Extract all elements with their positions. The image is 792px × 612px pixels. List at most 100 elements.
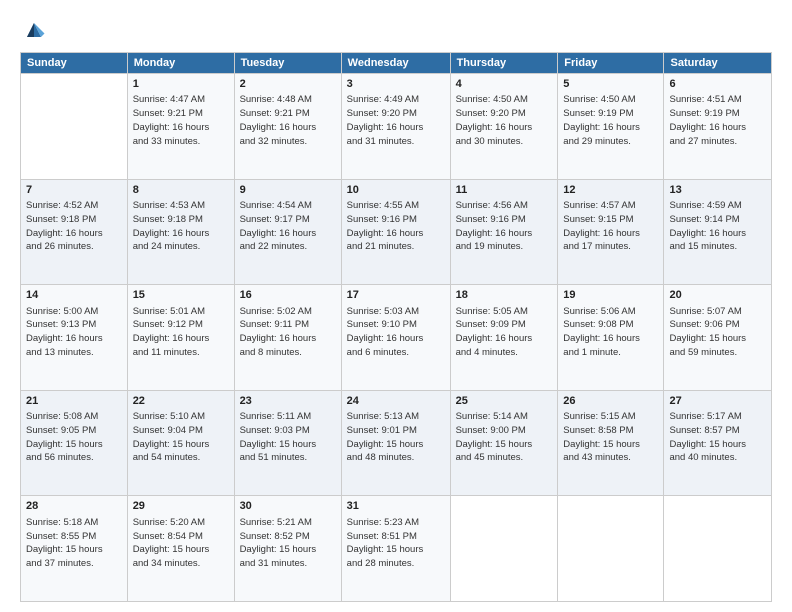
day-cell: 8Sunrise: 4:53 AM Sunset: 9:18 PM Daylig…: [127, 179, 234, 285]
day-info: Sunrise: 5:20 AM Sunset: 8:54 PM Dayligh…: [133, 516, 229, 571]
day-info: Sunrise: 5:14 AM Sunset: 9:00 PM Dayligh…: [456, 410, 553, 465]
day-number: 1: [133, 77, 229, 92]
day-number: 19: [563, 288, 658, 303]
day-info: Sunrise: 5:03 AM Sunset: 9:10 PM Dayligh…: [347, 305, 445, 360]
day-number: 17: [347, 288, 445, 303]
day-info: Sunrise: 4:50 AM Sunset: 9:19 PM Dayligh…: [563, 93, 658, 148]
col-header-saturday: Saturday: [664, 53, 772, 74]
day-info: Sunrise: 4:50 AM Sunset: 9:20 PM Dayligh…: [456, 93, 553, 148]
day-cell: 27Sunrise: 5:17 AM Sunset: 8:57 PM Dayli…: [664, 390, 772, 496]
day-info: Sunrise: 4:48 AM Sunset: 9:21 PM Dayligh…: [240, 93, 336, 148]
day-number: 20: [669, 288, 766, 303]
day-cell: 28 Sunrise: 5:18 AM Sunset: 8:55 PM Dayli…: [21, 496, 128, 602]
day-cell: 2Sunrise: 4:48 AM Sunset: 9:21 PM Daylig…: [234, 74, 341, 180]
calendar-table: SundayMondayTuesdayWednesdayThursdayFrid…: [20, 52, 772, 602]
day-cell: 30Sunrise: 5:21 AM Sunset: 8:52 PM Dayli…: [234, 496, 341, 602]
calendar-body: 1Sunrise: 4:47 AM Sunset: 9:21 PM Daylig…: [21, 74, 772, 602]
day-info: Sunrise: 4:51 AM Sunset: 9:19 PM Dayligh…: [669, 93, 766, 148]
page: SundayMondayTuesdayWednesdayThursdayFrid…: [0, 0, 792, 612]
day-number: 28: [26, 499, 122, 514]
day-number: 18: [456, 288, 553, 303]
day-info: Sunrise: 5:08 AM Sunset: 9:05 PM Dayligh…: [26, 410, 122, 465]
day-info: Sunrise: 4:52 AM Sunset: 9:18 PM Dayligh…: [26, 199, 122, 254]
day-cell: 15Sunrise: 5:01 AM Sunset: 9:12 PM Dayli…: [127, 285, 234, 391]
day-cell: 1Sunrise: 4:47 AM Sunset: 9:21 PM Daylig…: [127, 74, 234, 180]
day-number: 14: [26, 288, 122, 303]
day-cell: 26Sunrise: 5:15 AM Sunset: 8:58 PM Dayli…: [558, 390, 664, 496]
day-number: 7: [26, 183, 122, 198]
col-header-sunday: Sunday: [21, 53, 128, 74]
day-info: Sunrise: 4:47 AM Sunset: 9:21 PM Dayligh…: [133, 93, 229, 148]
day-info: Sunrise: 5:17 AM Sunset: 8:57 PM Dayligh…: [669, 410, 766, 465]
day-cell: 20 Sunrise: 5:07 AM Sunset: 9:06 PM Dayli…: [664, 285, 772, 391]
day-cell: 5Sunrise: 4:50 AM Sunset: 9:19 PM Daylig…: [558, 74, 664, 180]
calendar-header: SundayMondayTuesdayWednesdayThursdayFrid…: [21, 53, 772, 74]
day-number: 22: [133, 394, 229, 409]
day-number: 6: [669, 77, 766, 92]
week-row-4: 21Sunrise: 5:08 AM Sunset: 9:05 PM Dayli…: [21, 390, 772, 496]
day-cell: 24Sunrise: 5:13 AM Sunset: 9:01 PM Dayli…: [341, 390, 450, 496]
day-cell: 21Sunrise: 5:08 AM Sunset: 9:05 PM Dayli…: [21, 390, 128, 496]
day-info: Sunrise: 5:06 AM Sunset: 9:08 PM Dayligh…: [563, 305, 658, 360]
day-number: 16: [240, 288, 336, 303]
day-number: 26: [563, 394, 658, 409]
day-info: Sunrise: 4:53 AM Sunset: 9:18 PM Dayligh…: [133, 199, 229, 254]
day-info: Sunrise: 5:00 AM Sunset: 9:13 PM Dayligh…: [26, 305, 122, 360]
week-row-3: 14 Sunrise: 5:00 AM Sunset: 9:13 PM Dayli…: [21, 285, 772, 391]
logo: [20, 16, 52, 44]
col-header-friday: Friday: [558, 53, 664, 74]
day-cell: 16 Sunrise: 5:02 AM Sunset: 9:11 PM Dayli…: [234, 285, 341, 391]
day-number: 25: [456, 394, 553, 409]
day-info: Sunrise: 5:05 AM Sunset: 9:09 PM Dayligh…: [456, 305, 553, 360]
header-row: SundayMondayTuesdayWednesdayThursdayFrid…: [21, 53, 772, 74]
day-cell: 10Sunrise: 4:55 AM Sunset: 9:16 PM Dayli…: [341, 179, 450, 285]
day-cell: 14 Sunrise: 5:00 AM Sunset: 9:13 PM Dayli…: [21, 285, 128, 391]
day-cell: 9Sunrise: 4:54 AM Sunset: 9:17 PM Daylig…: [234, 179, 341, 285]
day-cell: 12Sunrise: 4:57 AM Sunset: 9:15 PM Dayli…: [558, 179, 664, 285]
day-cell: 23Sunrise: 5:11 AM Sunset: 9:03 PM Dayli…: [234, 390, 341, 496]
day-cell: 25Sunrise: 5:14 AM Sunset: 9:00 PM Dayli…: [450, 390, 558, 496]
day-cell: 29 Sunrise: 5:20 AM Sunset: 8:54 PM Dayli…: [127, 496, 234, 602]
day-cell: 3Sunrise: 4:49 AM Sunset: 9:20 PM Daylig…: [341, 74, 450, 180]
col-header-wednesday: Wednesday: [341, 53, 450, 74]
day-cell: [21, 74, 128, 180]
day-number: 29: [133, 499, 229, 514]
day-cell: [450, 496, 558, 602]
day-info: Sunrise: 5:11 AM Sunset: 9:03 PM Dayligh…: [240, 410, 336, 465]
week-row-1: 1Sunrise: 4:47 AM Sunset: 9:21 PM Daylig…: [21, 74, 772, 180]
day-cell: 4Sunrise: 4:50 AM Sunset: 9:20 PM Daylig…: [450, 74, 558, 180]
day-cell: 22Sunrise: 5:10 AM Sunset: 9:04 PM Dayli…: [127, 390, 234, 496]
day-cell: [664, 496, 772, 602]
day-info: Sunrise: 4:56 AM Sunset: 9:16 PM Dayligh…: [456, 199, 553, 254]
day-info: Sunrise: 5:23 AM Sunset: 8:51 PM Dayligh…: [347, 516, 445, 571]
day-number: 8: [133, 183, 229, 198]
week-row-5: 28 Sunrise: 5:18 AM Sunset: 8:55 PM Dayli…: [21, 496, 772, 602]
day-info: Sunrise: 5:21 AM Sunset: 8:52 PM Dayligh…: [240, 516, 336, 571]
day-info: Sunrise: 5:13 AM Sunset: 9:01 PM Dayligh…: [347, 410, 445, 465]
day-number: 5: [563, 77, 658, 92]
day-number: 9: [240, 183, 336, 198]
day-info: Sunrise: 5:10 AM Sunset: 9:04 PM Dayligh…: [133, 410, 229, 465]
day-cell: 31 Sunrise: 5:23 AM Sunset: 8:51 PM Dayli…: [341, 496, 450, 602]
day-number: 24: [347, 394, 445, 409]
day-cell: 18 Sunrise: 5:05 AM Sunset: 9:09 PM Dayli…: [450, 285, 558, 391]
day-cell: 11Sunrise: 4:56 AM Sunset: 9:16 PM Dayli…: [450, 179, 558, 285]
day-info: Sunrise: 4:55 AM Sunset: 9:16 PM Dayligh…: [347, 199, 445, 254]
day-cell: 13Sunrise: 4:59 AM Sunset: 9:14 PM Dayli…: [664, 179, 772, 285]
day-info: Sunrise: 5:07 AM Sunset: 9:06 PM Dayligh…: [669, 305, 766, 360]
day-info: Sunrise: 4:49 AM Sunset: 9:20 PM Dayligh…: [347, 93, 445, 148]
day-info: Sunrise: 4:59 AM Sunset: 9:14 PM Dayligh…: [669, 199, 766, 254]
day-number: 12: [563, 183, 658, 198]
day-info: Sunrise: 5:18 AM Sunset: 8:55 PM Dayligh…: [26, 516, 122, 571]
day-info: Sunrise: 5:01 AM Sunset: 9:12 PM Dayligh…: [133, 305, 229, 360]
day-number: 10: [347, 183, 445, 198]
header: [20, 16, 772, 44]
day-info: Sunrise: 4:54 AM Sunset: 9:17 PM Dayligh…: [240, 199, 336, 254]
day-cell: [558, 496, 664, 602]
day-cell: 17 Sunrise: 5:03 AM Sunset: 9:10 PM Dayli…: [341, 285, 450, 391]
day-number: 21: [26, 394, 122, 409]
day-number: 31: [347, 499, 445, 514]
day-info: Sunrise: 5:15 AM Sunset: 8:58 PM Dayligh…: [563, 410, 658, 465]
day-info: Sunrise: 5:02 AM Sunset: 9:11 PM Dayligh…: [240, 305, 336, 360]
logo-icon: [20, 16, 48, 44]
